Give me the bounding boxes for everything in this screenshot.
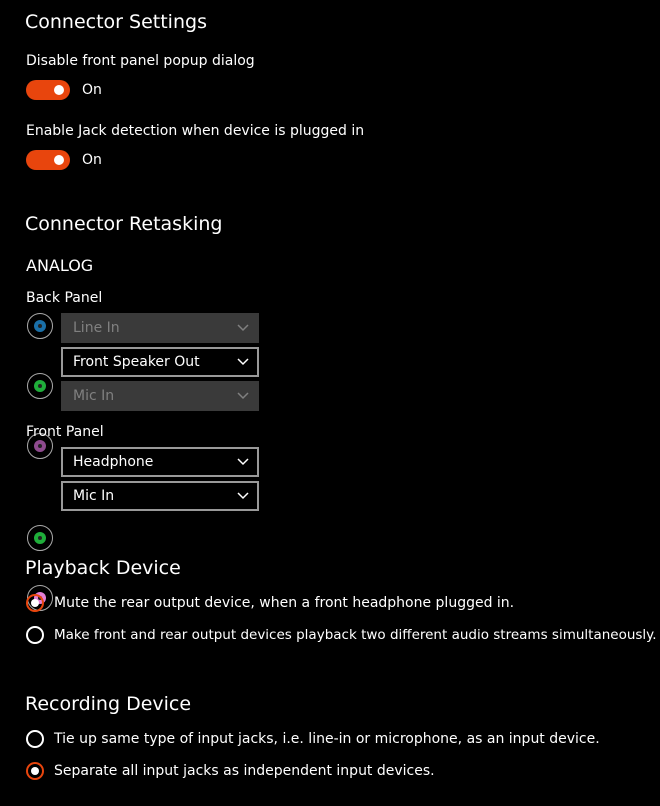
recording-option-1[interactable]: Tie up same type of input jacks, i.e. li… <box>26 730 600 748</box>
playback-option-1[interactable]: Mute the rear output device, when a fron… <box>26 594 514 612</box>
back-jack-2-icon <box>27 373 53 399</box>
front-jack-1-icon <box>27 525 53 551</box>
radio-button[interactable] <box>26 594 44 612</box>
radio-button[interactable] <box>26 626 44 644</box>
connector-retasking-title: Connector Retasking <box>25 213 223 235</box>
playback-option-2-label: Make front and rear output devices playb… <box>54 627 657 643</box>
chevron-down-icon <box>237 492 249 500</box>
chevron-down-icon <box>237 358 249 366</box>
chevron-down-icon <box>237 458 249 466</box>
playback-option-2[interactable]: Make front and rear output devices playb… <box>26 626 657 644</box>
radio-button[interactable] <box>26 762 44 780</box>
connector-settings-title: Connector Settings <box>25 11 207 33</box>
select-value: Headphone <box>73 454 154 470</box>
front-jack-1-select[interactable]: Headphone <box>61 447 259 477</box>
back-jack-3-select: Mic In <box>61 381 259 411</box>
recording-option-2[interactable]: Separate all input jacks as independent … <box>26 762 435 780</box>
playback-option-1-label: Mute the rear output device, when a fron… <box>54 595 515 611</box>
back-jack-2-select[interactable]: Front Speaker Out <box>61 347 259 377</box>
radio-button[interactable] <box>26 730 44 748</box>
recording-device-title: Recording Device <box>25 693 192 715</box>
front-jack-2-select[interactable]: Mic In <box>61 481 259 511</box>
jack-detection-toggle-row: On <box>26 150 102 170</box>
chevron-down-icon <box>237 324 249 332</box>
back-jack-1-icon <box>27 313 53 339</box>
toggle-knob <box>54 155 64 165</box>
jack-detection-state: On <box>82 152 102 168</box>
chevron-down-icon <box>237 392 249 400</box>
front-panel-label: Front Panel <box>26 424 104 440</box>
jack-detection-toggle[interactable] <box>26 150 70 170</box>
recording-option-2-label: Separate all input jacks as independent … <box>54 763 435 779</box>
back-jack-1-select: Line In <box>61 313 259 343</box>
select-value: Front Speaker Out <box>73 354 200 370</box>
disable-popup-label: Disable front panel popup dialog <box>26 53 255 69</box>
toggle-knob <box>54 85 64 95</box>
recording-option-1-label: Tie up same type of input jacks, i.e. li… <box>54 731 600 747</box>
back-panel-label: Back Panel <box>26 290 103 306</box>
disable-popup-state: On <box>82 82 102 98</box>
disable-popup-toggle-row: On <box>26 80 102 100</box>
select-value: Mic In <box>73 488 115 504</box>
analog-section-label: ANALOG <box>26 256 94 275</box>
jack-detection-label: Enable Jack detection when device is plu… <box>26 123 365 139</box>
select-value: Mic In <box>73 388 115 404</box>
playback-device-title: Playback Device <box>25 557 181 579</box>
select-value: Line In <box>73 320 120 336</box>
disable-popup-toggle[interactable] <box>26 80 70 100</box>
